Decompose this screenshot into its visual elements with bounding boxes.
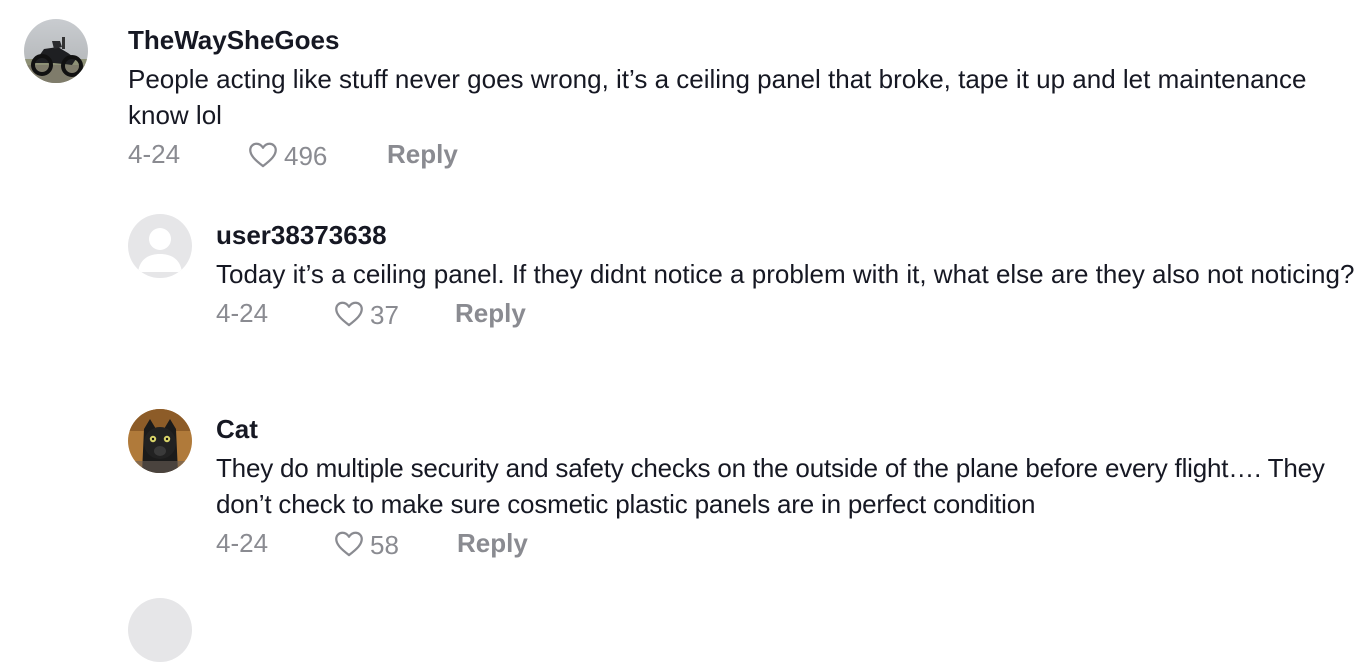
- comment-item: TheWaySheGoes People acting like stuff n…: [0, 0, 1368, 190]
- avatar[interactable]: [128, 409, 192, 473]
- avatar[interactable]: [128, 598, 192, 662]
- like-count: 37: [370, 300, 399, 330]
- heart-icon: [249, 142, 277, 167]
- reply-button[interactable]: Reply: [457, 528, 528, 559]
- comment-username[interactable]: TheWaySheGoes: [128, 24, 1348, 56]
- like-count: 58: [370, 530, 399, 560]
- like-button[interactable]: 58: [332, 524, 399, 561]
- heart-icon: [335, 301, 363, 326]
- comment-username[interactable]: user38373638: [216, 219, 1356, 251]
- like-button[interactable]: 496: [246, 135, 327, 172]
- comment-text: People acting like stuff never goes wron…: [128, 64, 1307, 130]
- comment-actions: 4-24 496 Reply: [128, 135, 1348, 175]
- avatar[interactable]: [128, 214, 192, 278]
- default-user-icon: [128, 214, 192, 278]
- comment-date: 4-24: [216, 528, 269, 558]
- comment-text: Today it’s a ceiling panel. If they didn…: [216, 259, 1355, 289]
- avatar[interactable]: [24, 19, 88, 83]
- comment-actions: 4-24 58 Reply: [216, 524, 1361, 564]
- comment-item: Cat They do multiple security and safety…: [0, 385, 1368, 585]
- motorcycle-avatar-icon: [24, 19, 88, 83]
- comment-date: 4-24: [128, 139, 181, 169]
- like-button[interactable]: 37: [332, 294, 399, 331]
- cat-avatar-icon: [128, 409, 192, 473]
- heart-icon: [335, 531, 363, 556]
- comment-username[interactable]: Cat: [216, 413, 1361, 445]
- like-count: 496: [284, 141, 328, 171]
- reply-button[interactable]: Reply: [455, 298, 526, 329]
- comment-actions: 4-24 37 Reply: [216, 294, 1356, 334]
- comment-date: 4-24: [216, 298, 269, 328]
- reply-button[interactable]: Reply: [387, 139, 458, 170]
- comment-item: user38373638 Today it’s a ceiling panel.…: [0, 190, 1368, 385]
- comment-text: They do multiple security and safety che…: [216, 453, 1325, 519]
